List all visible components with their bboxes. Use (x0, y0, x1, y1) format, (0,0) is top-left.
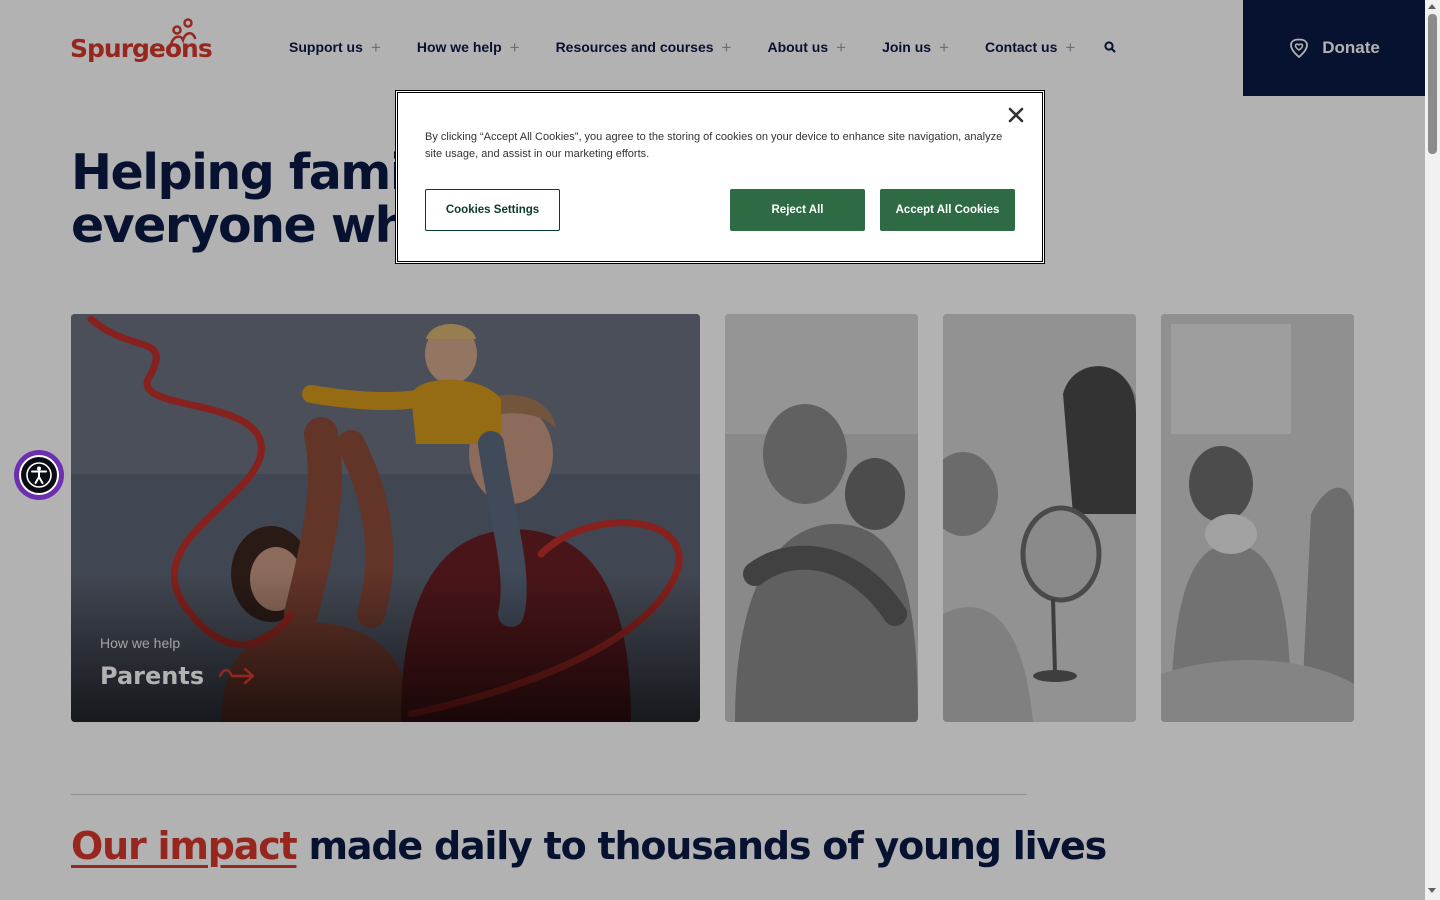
accessibility-button[interactable] (14, 450, 64, 500)
page: Spurgeons Support us + How we help + Resou… (0, 0, 1425, 900)
reject-all-button[interactable]: Reject All (730, 189, 865, 231)
scrollbar-thumb[interactable] (1428, 14, 1437, 154)
scroll-down-arrow-icon[interactable] (1428, 888, 1436, 893)
page-scrollbar[interactable] (1425, 0, 1440, 900)
cookies-settings-button[interactable]: Cookies Settings (425, 189, 560, 231)
close-icon[interactable] (1006, 105, 1026, 125)
cookie-consent-text: By clicking “Accept All Cookies”, you ag… (425, 131, 1003, 160)
accept-all-cookies-button[interactable]: Accept All Cookies (880, 189, 1015, 231)
accessibility-person-icon (26, 462, 52, 488)
cookie-consent-dialog: By clicking “Accept All Cookies”, you ag… (395, 90, 1045, 264)
accessibility-inner (19, 455, 59, 495)
scroll-up-arrow-icon[interactable] (1428, 4, 1436, 9)
